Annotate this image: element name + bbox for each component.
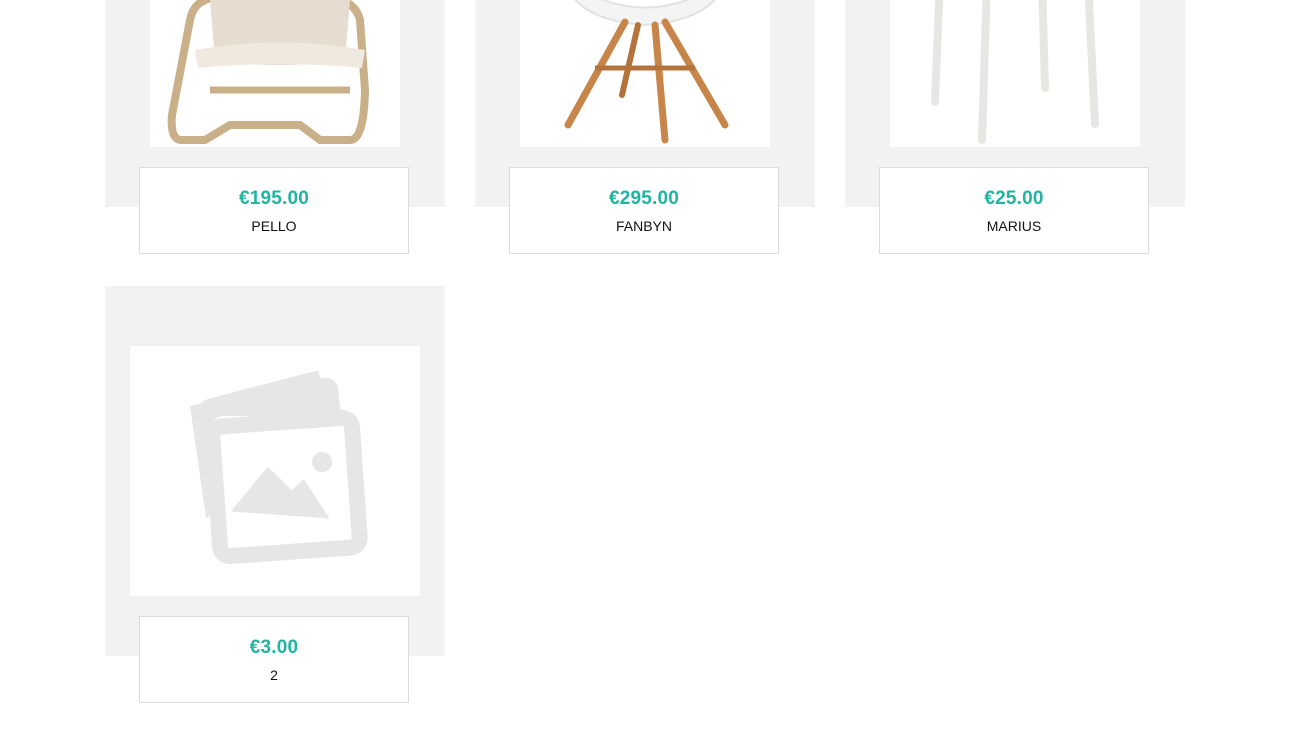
- product-price: €195.00: [238, 188, 310, 209]
- product-info[interactable]: €25.00 MARIUS: [879, 167, 1149, 254]
- product-price: €25.00: [984, 188, 1044, 209]
- product-image[interactable]: [130, 346, 420, 596]
- product-card-2[interactable]: €3.00 2: [105, 286, 445, 705]
- product-info[interactable]: €195.00 PELLO: [139, 167, 409, 254]
- armchair-icon: [167, 0, 370, 144]
- product-image[interactable]: [150, 0, 400, 147]
- product-card-pello[interactable]: €195.00 PELLO: [105, 0, 445, 256]
- product-name[interactable]: 2: [140, 667, 408, 683]
- chair-icon: [564, 0, 729, 144]
- product-price: €295.00: [608, 188, 680, 209]
- product-name[interactable]: FANBYN: [510, 218, 778, 234]
- stool-icon: [931, 0, 1099, 144]
- product-image[interactable]: [520, 0, 770, 147]
- product-card-fanbyn[interactable]: €295.00 FANBYN: [475, 0, 815, 256]
- product-image[interactable]: [890, 0, 1140, 147]
- product-card-marius[interactable]: €25.00 MARIUS: [845, 0, 1185, 256]
- image-placeholder-icon: [190, 370, 368, 565]
- product-name[interactable]: PELLO: [140, 218, 408, 234]
- product-info[interactable]: €3.00 2: [139, 616, 409, 703]
- product-price: €3.00: [249, 637, 299, 658]
- product-info[interactable]: €295.00 FANBYN: [509, 167, 779, 254]
- product-name[interactable]: MARIUS: [880, 218, 1148, 234]
